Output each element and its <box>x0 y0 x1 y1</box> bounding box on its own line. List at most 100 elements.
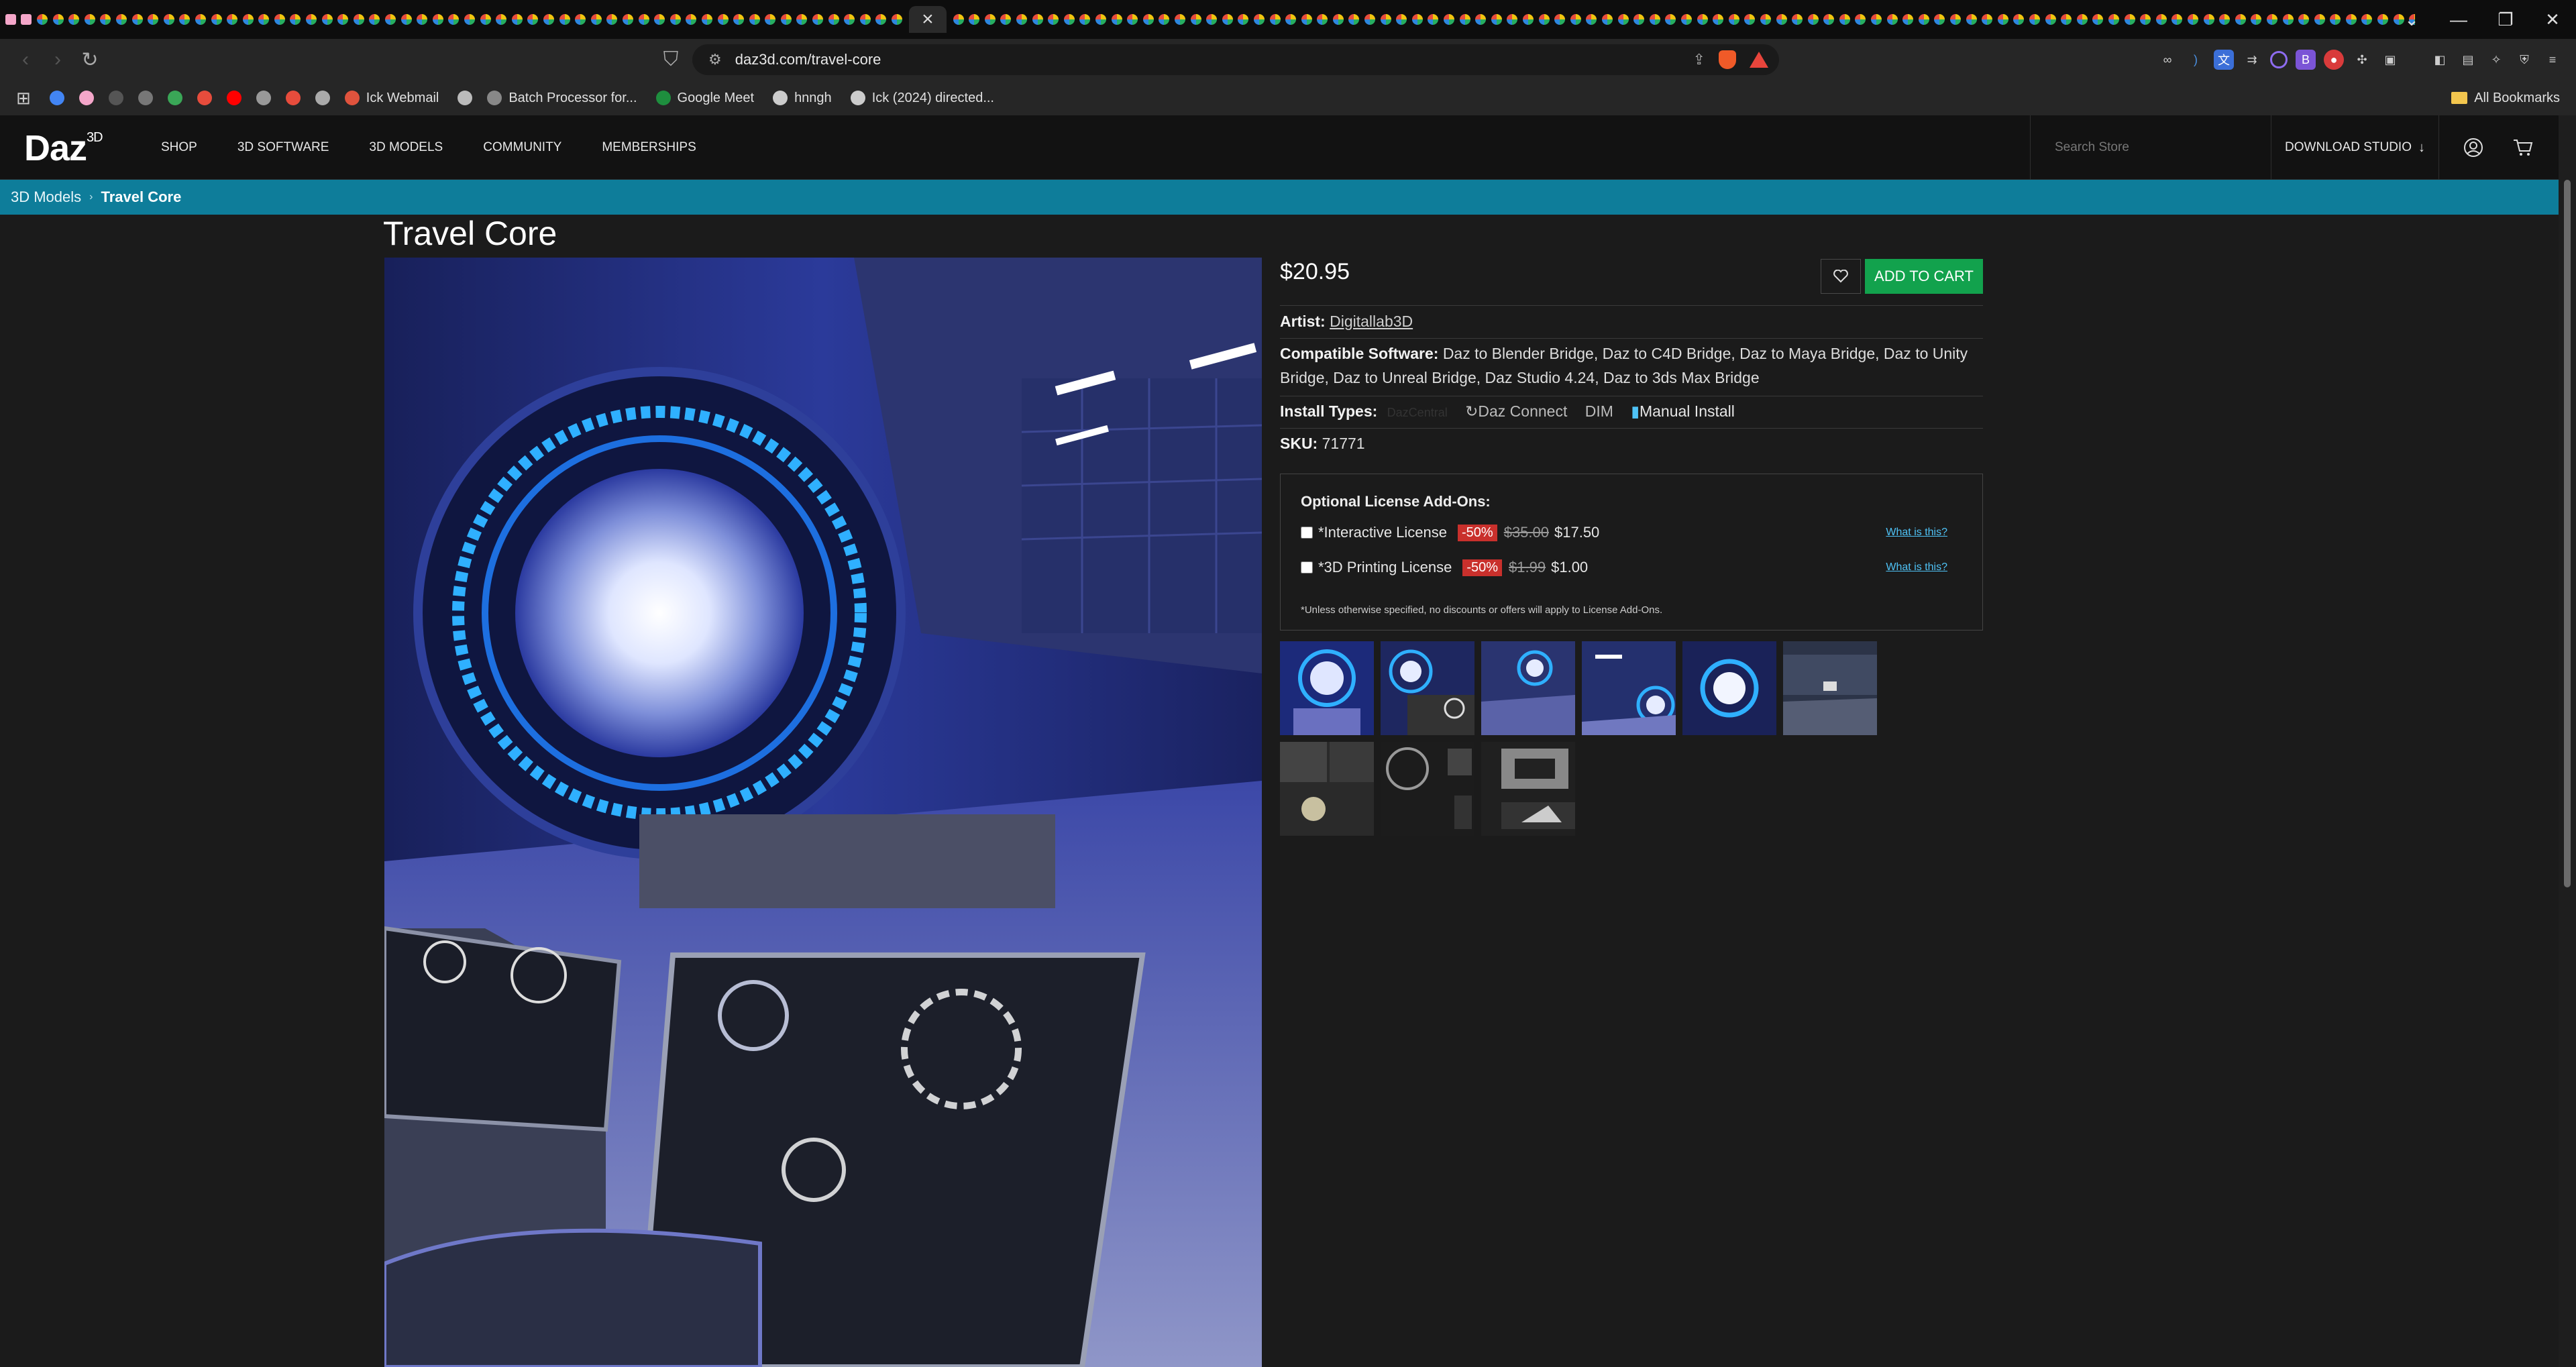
browser-tab[interactable] <box>1346 6 1362 33</box>
browser-tab[interactable] <box>1378 6 1394 33</box>
back-icon[interactable]: ‹ <box>9 44 42 76</box>
browser-tab[interactable] <box>572 6 588 33</box>
browser-tab[interactable] <box>889 6 905 33</box>
browser-tab[interactable] <box>525 6 541 33</box>
browser-tab[interactable] <box>2011 6 2027 33</box>
browser-tab[interactable] <box>351 6 367 33</box>
browser-tab[interactable] <box>256 6 272 33</box>
browser-tab[interactable] <box>288 6 304 33</box>
browser-tab[interactable] <box>209 6 225 33</box>
browser-tab[interactable] <box>810 6 826 33</box>
browser-tab[interactable] <box>303 6 319 33</box>
browser-tab[interactable] <box>82 6 98 33</box>
browser-tab[interactable] <box>1631 6 1647 33</box>
product-main-image[interactable] <box>384 258 1262 1367</box>
browser-tab[interactable] <box>2122 6 2138 33</box>
daz3d-logo[interactable]: Daz3D <box>24 127 103 169</box>
browser-tab[interactable] <box>684 6 700 33</box>
browser-tab[interactable] <box>1695 6 1711 33</box>
browser-tab[interactable] <box>113 6 129 33</box>
browser-tab[interactable] <box>1409 6 1426 33</box>
browser-tab[interactable] <box>1172 6 1188 33</box>
thumbnail[interactable] <box>1381 742 1474 836</box>
bookmark-item[interactable]: Google Meet <box>655 91 754 106</box>
browser-tab[interactable] <box>1916 6 1932 33</box>
browser-tab[interactable] <box>763 6 779 33</box>
browser-tab[interactable] <box>1220 6 1236 33</box>
thumbnail[interactable] <box>1280 641 1374 735</box>
nav-shop[interactable]: SHOP <box>161 140 197 155</box>
browser-tab[interactable] <box>982 6 998 33</box>
browser-tab[interactable] <box>2169 6 2186 33</box>
browser-tab[interactable] <box>1884 6 1900 33</box>
browser-tab[interactable] <box>1868 6 1884 33</box>
extension-translate-icon[interactable]: 文 <box>2214 50 2234 70</box>
browser-tab[interactable] <box>951 6 967 33</box>
leo-ai-icon[interactable]: ✧ <box>2486 50 2506 70</box>
browser-tab[interactable] <box>651 6 667 33</box>
browser-tab[interactable] <box>1647 6 1663 33</box>
browser-tab[interactable] <box>998 6 1014 33</box>
browser-tab[interactable] <box>50 6 66 33</box>
browser-tab[interactable] <box>731 6 747 33</box>
browser-tab[interactable] <box>335 6 351 33</box>
search-input[interactable] <box>2055 140 2256 155</box>
browser-tab[interactable] <box>1900 6 1916 33</box>
extension-tab-icon[interactable]: ⇉ <box>2242 50 2262 70</box>
browser-tab[interactable] <box>541 6 557 33</box>
thumbnail[interactable] <box>1381 641 1474 735</box>
browser-tab[interactable] <box>2328 6 2344 33</box>
browser-tab[interactable] <box>1853 6 1869 33</box>
nav-memberships[interactable]: MEMBERSHIPS <box>602 140 696 155</box>
nav-3d-software[interactable]: 3D SOFTWARE <box>237 140 329 155</box>
browser-tab[interactable] <box>1821 6 1837 33</box>
browser-tab[interactable] <box>1536 6 1552 33</box>
browser-tab[interactable] <box>1584 6 1600 33</box>
browser-tab[interactable] <box>857 6 873 33</box>
browser-tab[interactable] <box>1995 6 2011 33</box>
browser-tab[interactable] <box>145 6 161 33</box>
artist-link[interactable]: Digitallab3D <box>1330 313 1413 330</box>
bookmark-item[interactable] <box>315 91 330 105</box>
reload-icon[interactable]: ↻ <box>74 44 106 76</box>
extensions-puzzle-icon[interactable]: ✣ <box>2352 50 2372 70</box>
browser-tab[interactable] <box>966 6 982 33</box>
browser-tab[interactable] <box>1045 6 1061 33</box>
browser-tab[interactable] <box>2312 6 2328 33</box>
browser-tab[interactable] <box>1678 6 1695 33</box>
what-is-this-link[interactable]: What is this? <box>1886 527 1947 539</box>
browser-tab[interactable] <box>98 6 114 33</box>
download-studio-button[interactable]: DOWNLOAD STUDIO ↓ <box>2271 115 2439 180</box>
browser-tab[interactable] <box>66 6 82 33</box>
browser-tab[interactable] <box>240 6 256 33</box>
browser-tab[interactable] <box>1552 6 1568 33</box>
browser-tab[interactable] <box>224 6 240 33</box>
thumbnail[interactable] <box>1481 742 1575 836</box>
browser-tab[interactable] <box>462 6 478 33</box>
browser-tab[interactable] <box>1203 6 1220 33</box>
browser-tab[interactable] <box>1267 6 1283 33</box>
browser-tab[interactable] <box>177 6 193 33</box>
browser-tab[interactable] <box>272 6 288 33</box>
browser-tab[interactable] <box>2074 6 2090 33</box>
what-is-this-link[interactable]: What is this? <box>1886 561 1947 573</box>
browser-tab[interactable] <box>1726 6 1742 33</box>
browser-tab[interactable] <box>509 6 525 33</box>
browser-tab[interactable] <box>1964 6 1980 33</box>
bookmark-item[interactable]: Batch Processor for... <box>487 91 637 106</box>
browser-tab[interactable] <box>1599 6 1615 33</box>
bookmark-item[interactable] <box>285 91 301 105</box>
scroll-thumb[interactable] <box>2564 180 2571 887</box>
site-info-icon[interactable]: ⚙ <box>708 51 722 68</box>
browser-tab[interactable] <box>1283 6 1299 33</box>
browser-tab[interactable] <box>129 6 146 33</box>
browser-tab[interactable] <box>1251 6 1267 33</box>
browser-tab[interactable] <box>2106 6 2122 33</box>
browser-tab[interactable] <box>2249 6 2265 33</box>
apps-icon[interactable]: ⊞ <box>16 88 31 109</box>
active-tab[interactable]: × <box>908 6 947 33</box>
browser-tab[interactable] <box>319 6 335 33</box>
browser-tab[interactable] <box>1299 6 1315 33</box>
extension-pin-icon[interactable]: ● <box>2324 50 2344 70</box>
tab-search-icon[interactable]: ⌄ <box>2388 0 2435 39</box>
